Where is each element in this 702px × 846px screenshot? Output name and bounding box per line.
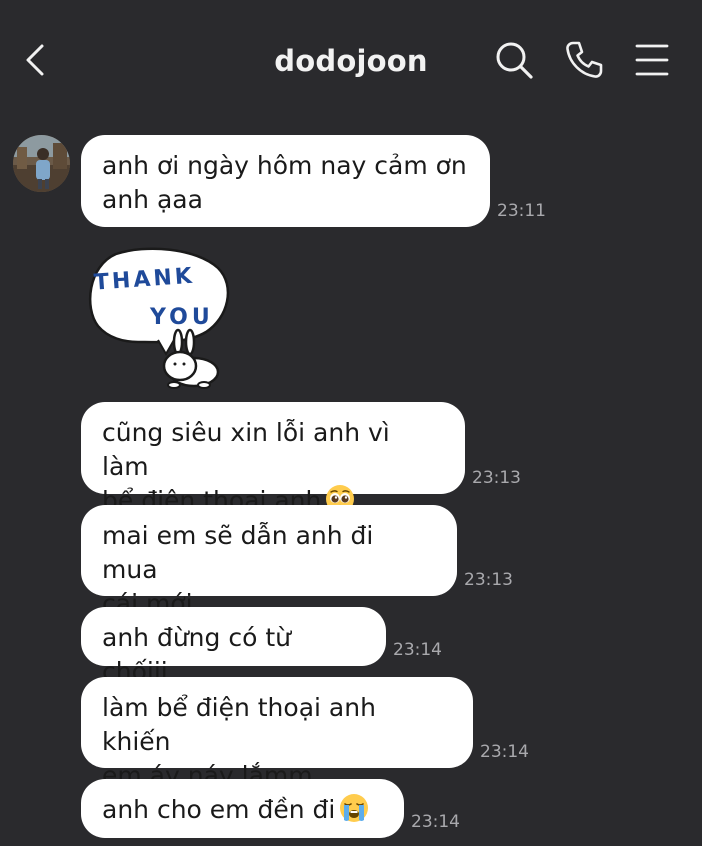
message-timestamp: 23:11 [497, 201, 546, 221]
bunny-speech-bubble-sticker: THANK YOU [88, 247, 230, 389]
chat-screen: dodojoon anh ơi ngày hôm nay cảm ơn anh … [0, 0, 702, 846]
chat-header: dodojoon [0, 0, 702, 120]
menu-button[interactable] [632, 40, 672, 80]
message-line-text: anh cho em đền đi [102, 795, 336, 824]
message-bubble[interactable]: anh ơi ngày hôm nay cảm ơn anh ạaa [81, 135, 490, 227]
message-bubble[interactable]: mai em sẽ dẫn anh đi mua cái mới [81, 505, 457, 618]
message-timestamp: 23:14 [411, 812, 460, 832]
message-line: cũng siêu xin lỗi anh vì làm [102, 418, 390, 481]
menu-icon [635, 44, 669, 76]
search-button[interactable] [494, 40, 534, 80]
message-1[interactable]: anh ơi ngày hôm nay cảm ơn anh ạaa [81, 135, 490, 227]
message-bubble[interactable]: anh đừng có từ chốiii [81, 607, 386, 686]
loudly-crying-face-emoji [340, 794, 369, 822]
sticker-text-line: YOU [149, 305, 214, 330]
message-timestamp: 23:13 [464, 570, 513, 590]
message-bubble[interactable]: anh cho em đền đi [81, 779, 404, 838]
message-3[interactable]: cũng siêu xin lỗi anh vì làm bể điện tho… [81, 402, 465, 515]
message-6[interactable]: làm bể điện thoại anh khiến em áy náy lắ… [81, 677, 473, 790]
message-line: anh cho em đền đi [102, 793, 382, 827]
message-line: anh ạaa [102, 185, 203, 214]
phone-icon [566, 41, 603, 78]
call-button[interactable] [564, 40, 604, 80]
message-timestamp: 23:14 [393, 640, 442, 660]
avatar-image [13, 135, 70, 192]
thank-you-sticker[interactable]: THANK YOU [86, 246, 232, 394]
message-line: làm bể điện thoại anh khiến [102, 693, 376, 756]
search-icon [496, 42, 533, 79]
message-line: mai em sẽ dẫn anh đi mua [102, 521, 374, 584]
message-timestamp: 23:13 [472, 468, 521, 488]
message-line: anh ơi ngày hôm nay cảm ơn [102, 151, 467, 180]
contact-avatar[interactable] [13, 135, 70, 192]
message-bubble[interactable]: làm bể điện thoại anh khiến em áy náy lắ… [81, 677, 473, 790]
message-timestamp: 23:14 [480, 742, 529, 762]
message-7[interactable]: anh cho em đền đi [81, 779, 404, 838]
message-bubble[interactable]: cũng siêu xin lỗi anh vì làm bể điện tho… [81, 402, 465, 515]
message-5[interactable]: anh đừng có từ chốiii [81, 607, 386, 686]
message-4[interactable]: mai em sẽ dẫn anh đi mua cái mới [81, 505, 457, 618]
